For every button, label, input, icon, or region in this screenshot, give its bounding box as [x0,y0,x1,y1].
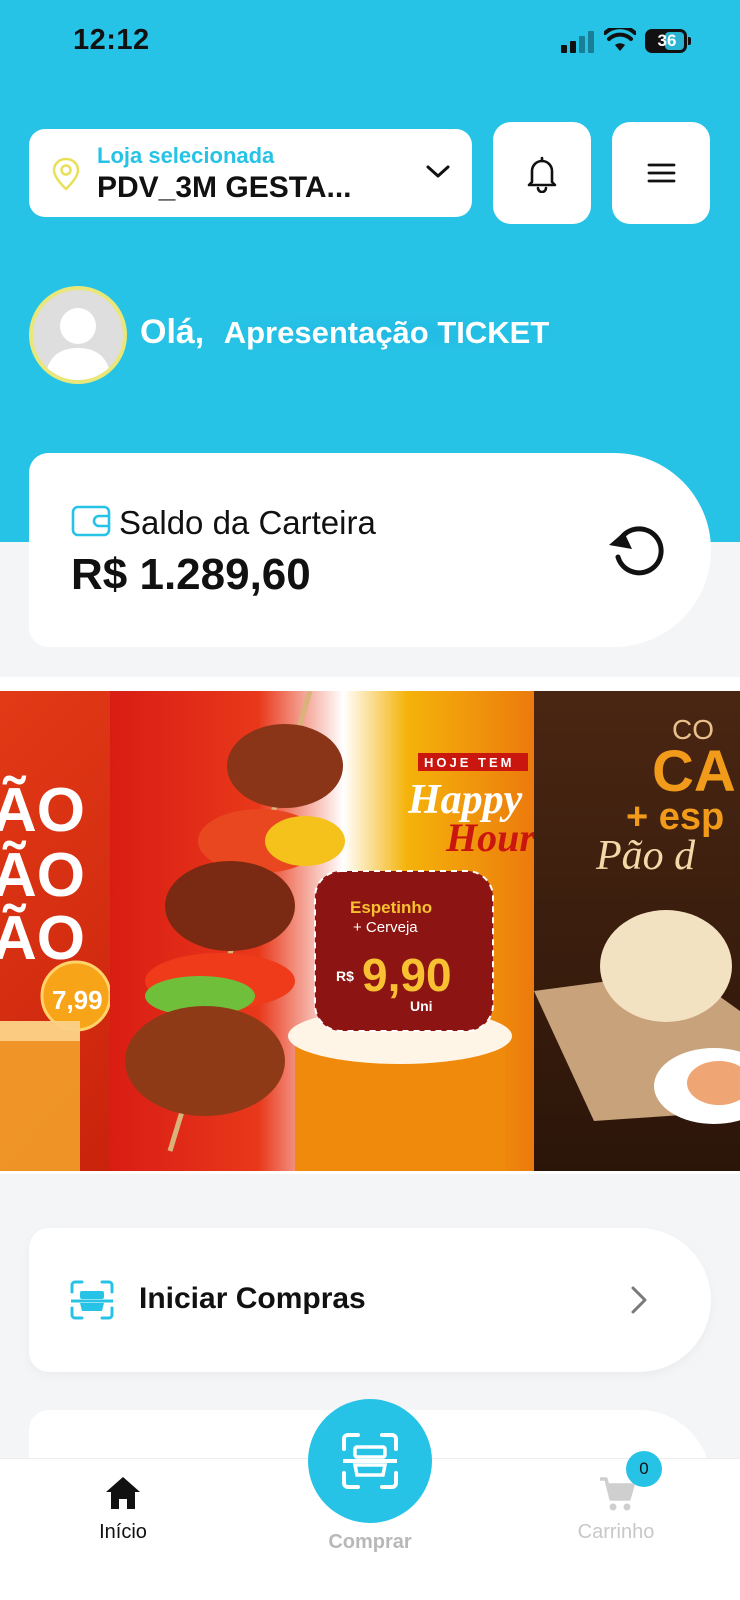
menu-button[interactable] [612,122,710,224]
user-name: Apresentação TICKET [213,315,560,351]
scan-icon [342,1433,398,1489]
wallet-card: Saldo da Carteira R$ 1.289,60 [29,453,711,647]
banner-promo-happy-hour[interactable]: Espetinho + Cerveja R$ 9,90 Uni HOJE TEM… [110,691,534,1171]
chevron-right-icon [631,1286,647,1314]
store-label: Loja selecionada [97,143,275,168]
banner-left-line2: ÃO [0,841,85,910]
status-time: 12:12 [73,24,150,56]
scan-buy-button[interactable] [308,1399,432,1523]
cart-count-badge: 0 [626,1451,662,1487]
promo-price: 9,90 [362,949,452,1001]
promo-title: Espetinho [350,898,432,917]
scan-basket-icon [70,1280,114,1320]
promo-sub: + Cerveja [353,919,418,936]
nav-cart[interactable]: Carrinho [516,1459,716,1559]
refresh-icon[interactable] [604,515,674,585]
bell-icon [527,156,557,193]
banner-left-line1: ÃO [0,776,85,845]
wifi-icon [604,28,636,51]
nav-home[interactable]: Início [23,1459,223,1559]
home-icon [106,1477,140,1509]
banner-left-art: ÃO ÃO ÃO 7,99 [0,776,110,1171]
signal-icon [561,31,595,53]
promo-unit: Uni [410,998,433,1014]
start-purchase-label: Iniciar Compras [139,1282,366,1315]
banner-promo-juice[interactable]: ÃO ÃO ÃO 7,99 [0,691,110,1171]
chevron-down-icon [426,165,450,178]
banner-main-art: Espetinho + Cerveja R$ 9,90 Uni HOJE TEM… [125,691,534,1171]
promo-top-tag: HOJE TEM [424,755,514,770]
banner-right-line3: + esp [626,796,724,838]
nav-home-label: Início [99,1521,147,1543]
banner-right-line2: CA [652,739,736,804]
nav-cart-label: Carrinho [577,1521,655,1543]
notifications-button[interactable] [493,122,591,224]
battery-icon: 36 [645,29,691,53]
wallet-balance: R$ 1.289,60 [71,550,311,599]
banner-carousel[interactable]: ÃO ÃO ÃO 7,99 Espetinho + Cerveja R$ 9,9… [0,677,740,1174]
greeting: Olá, Apresentação TICKET [140,313,560,352]
wallet-label: Saldo da Carteira [119,504,376,541]
start-purchase-button[interactable]: Iniciar Compras [29,1228,711,1372]
promo-currency: R$ [336,968,354,984]
banner-promo-coffee[interactable]: CO CA + esp Pão d [534,691,740,1171]
location-pin-icon [52,157,80,191]
banner-right-art: CO CA + esp Pão d [534,714,740,1124]
nav-buy-label: Comprar [328,1531,412,1553]
status-bar: 12:12 36 [0,0,740,86]
user-placeholder-icon [45,308,111,380]
wallet-icon [71,505,111,537]
store-value: PDV_3M GESTA... [97,171,352,204]
store-selector[interactable]: Loja selecionada PDV_3M GESTA... [29,129,472,217]
battery-level: 36 [657,31,677,50]
avatar[interactable] [29,286,127,384]
banner-left-price: 7,99 [52,985,103,1015]
greeting-prefix: Olá, [140,313,205,351]
promo-headline-2: Hour [445,815,534,860]
hamburger-menu-icon [647,163,676,183]
banner-right-line4: Pão d [595,833,696,879]
